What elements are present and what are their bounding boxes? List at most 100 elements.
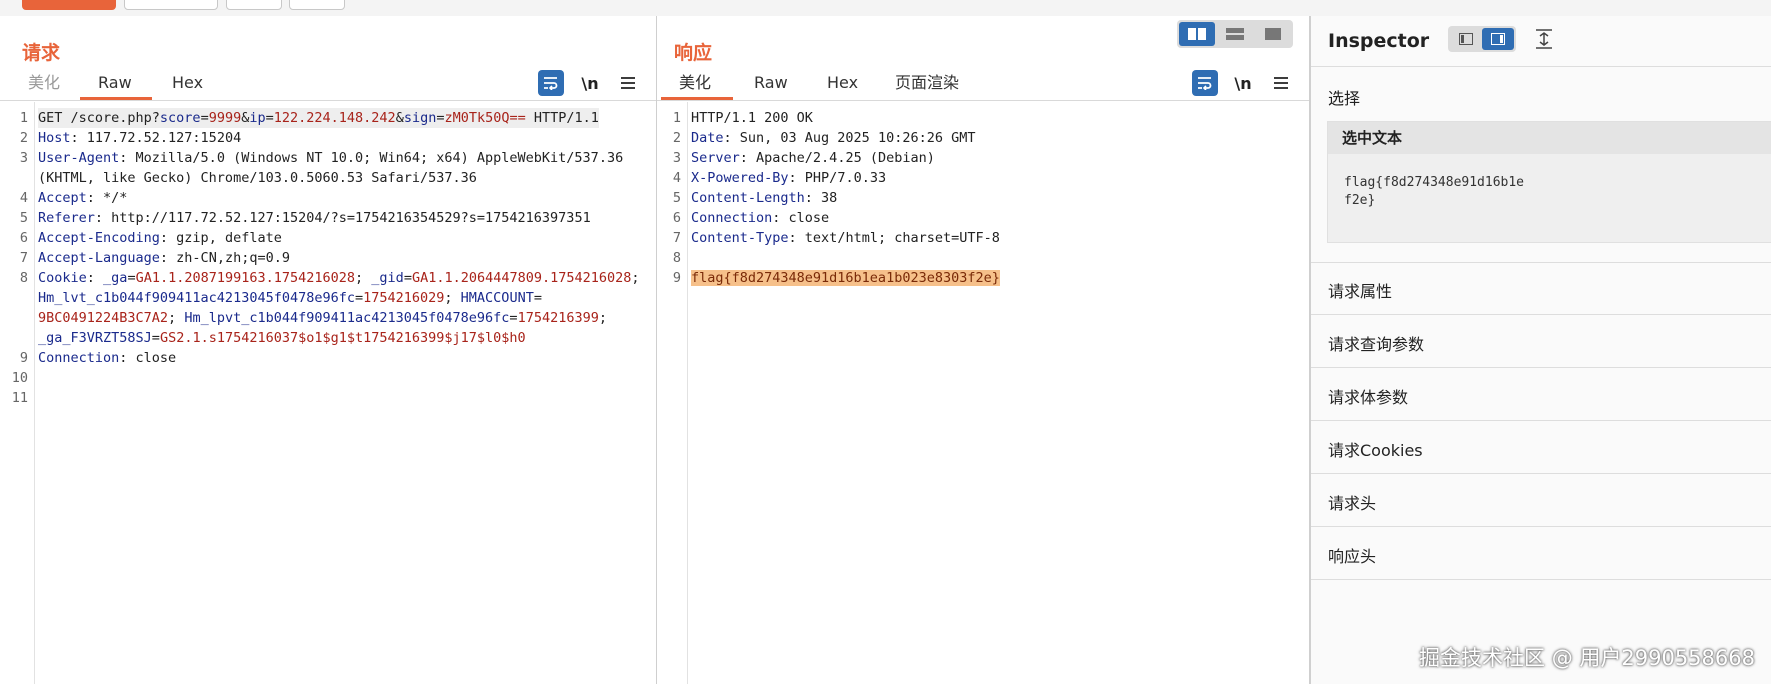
code-text: : PHP/7.0.33 <box>788 170 887 186</box>
request-tab-pretty[interactable]: 美化 <box>10 70 78 100</box>
line-content: Hm_lvt_c1b044f909411ac4213045f0478e96fc=… <box>38 288 542 308</box>
request-tab-hex[interactable]: Hex <box>154 70 224 100</box>
cancel-button[interactable] <box>124 0 218 10</box>
code-text: : */* <box>86 190 128 206</box>
tab-divider <box>0 100 656 101</box>
line-number: 3 <box>672 150 681 166</box>
code-line: 7 Content-Type: text/html; charset=UTF-8 <box>661 228 1309 248</box>
header-name: Content-Type <box>691 230 789 246</box>
header-name: Host <box>38 130 71 146</box>
code-text: : close <box>119 350 177 366</box>
line-number: 9 <box>19 350 28 366</box>
code-line: 4 X-Powered-By: PHP/7.0.33 <box>661 168 1309 188</box>
section-label: 请求查询参数 <box>1328 335 1425 354</box>
line-content: Accept-Encoding: gzip, deflate <box>38 228 282 248</box>
code-line: 9 flag{f8d274348e91d16b1ea1b023e8303f2e} <box>661 268 1309 288</box>
line-number: 7 <box>672 230 681 246</box>
line-number: 2 <box>19 130 28 146</box>
header-name: ip <box>249 110 266 126</box>
inspector-layout-left-icon[interactable] <box>1450 28 1482 50</box>
section-response-headers[interactable]: 响应头 <box>1311 527 1771 580</box>
code-text: = <box>533 290 542 306</box>
line-content: _ga_F3VRZT58SJ=GS2.1.s1754216037$o1$g1$t… <box>38 328 526 348</box>
request-editor[interactable]: 1 GET /score.php?score=9999&ip=122.224.14… <box>8 102 656 684</box>
code-line: _ga_F3VRZT58SJ=GS2.1.s1754216037$o1$g1$t… <box>8 328 656 348</box>
code-line: 6 Accept-Encoding: gzip, deflate <box>8 228 656 248</box>
code-text: : close <box>772 210 830 226</box>
line-number: 9 <box>672 270 681 286</box>
response-tab-render[interactable]: 页面渲染 <box>877 70 977 100</box>
line-content: Content-Type: text/html; charset=UTF-8 <box>691 228 1000 248</box>
header-name: Connection <box>38 350 120 366</box>
param-value: 1754216399 <box>517 310 599 326</box>
response-tab-hex[interactable]: Hex <box>809 70 877 100</box>
header-name: Accept-Encoding <box>38 230 160 246</box>
line-content: Connection: close <box>691 208 829 228</box>
line-number: 7 <box>19 250 28 266</box>
response-tab-raw[interactable]: Raw <box>736 70 806 100</box>
top-toolbar <box>0 0 1771 17</box>
header-name: Connection <box>691 210 773 226</box>
inspector-layout-right-icon[interactable] <box>1482 28 1514 50</box>
line-number: 1 <box>19 110 28 126</box>
line-content: User-Agent: Mozilla/5.0 (Windows NT 10.0… <box>38 148 623 168</box>
section-request-headers[interactable]: 请求头 <box>1311 474 1771 527</box>
header-name: Hm_lpvt_c1b044f909411ac4213045f0478e96fc <box>184 310 510 326</box>
split-horizontal-icon[interactable] <box>1179 22 1215 46</box>
line-number: 5 <box>672 190 681 206</box>
line-content: HTTP/1.1 200 OK <box>691 108 813 128</box>
code-line: 3 Server: Apache/2.4.25 (Debian) <box>661 148 1309 168</box>
line-content: Cookie: _ga=GA1.1.2087199163.1754216028;… <box>38 268 640 288</box>
header-name: Content-Length <box>691 190 805 206</box>
line-content: Date: Sun, 03 Aug 2025 10:26:26 GMT <box>691 128 975 148</box>
header-name: Server <box>691 150 740 166</box>
header-name: User-Agent <box>38 150 120 166</box>
code-text: & <box>395 110 404 126</box>
param-value: 9999 <box>208 110 242 126</box>
header-name: Cookie <box>38 270 87 286</box>
code-line: 1 GET /score.php?score=9999&ip=122.224.14… <box>8 108 656 128</box>
line-number: 6 <box>19 230 28 246</box>
section-request-attributes[interactable]: 请求属性 <box>1311 262 1771 315</box>
section-cookies[interactable]: 请求Cookies <box>1311 421 1771 474</box>
code-line: 7 Accept-Language: zh-CN,zh;q=0.9 <box>8 248 656 268</box>
header-name: Accept-Language <box>38 250 160 266</box>
selected-text-line: f2e} <box>1344 193 1376 208</box>
wrap-lines-icon[interactable] <box>538 70 564 96</box>
selected-text-header[interactable]: 选中文本 <box>1328 122 1771 154</box>
line-number: 8 <box>672 250 681 266</box>
response-editor[interactable]: 1 HTTP/1.1 200 OK 2 Date: Sun, 03 Aug 2025 … <box>661 102 1309 684</box>
history-forward-button[interactable] <box>289 0 345 10</box>
code-line: 3 User-Agent: Mozilla/5.0 (Windows NT 10.… <box>8 148 656 168</box>
code-text: : text/html; charset=UTF-8 <box>788 230 1000 246</box>
request-tab-raw[interactable]: Raw <box>80 70 152 100</box>
inspector-panel: Inspector 选择 选中文本 flag{f8d274348e91d16b1… <box>1310 16 1771 684</box>
menu-icon[interactable] <box>1268 70 1294 96</box>
code-line: 6 Connection: close <box>661 208 1309 228</box>
show-newlines-button[interactable]: \n <box>1230 70 1256 96</box>
response-tab-pretty[interactable]: 美化 <box>661 70 733 100</box>
line-number: 1 <box>672 110 681 126</box>
code-text: : gzip, deflate <box>159 230 282 246</box>
show-newlines-button[interactable]: \n <box>577 70 603 96</box>
line-number: 4 <box>672 170 681 186</box>
code-text: (KHTML, like Gecko) Chrome/103.0.5060.53… <box>38 170 477 186</box>
section-body-params[interactable]: 请求体参数 <box>1311 368 1771 421</box>
header-name: Accept <box>38 190 87 206</box>
section-query-params[interactable]: 请求查询参数 <box>1311 315 1771 368</box>
line-content: Connection: close <box>38 348 176 368</box>
line-content: Accept: */* <box>38 188 127 208</box>
header-name: _gid <box>371 270 404 286</box>
wrap-lines-icon[interactable] <box>1192 70 1218 96</box>
single-pane-icon[interactable] <box>1255 22 1291 46</box>
history-back-button[interactable] <box>226 0 282 10</box>
code-line: 5 Referer: http://117.72.52.127:15204/?s=… <box>8 208 656 228</box>
send-button[interactable] <box>22 0 116 10</box>
split-vertical-icon[interactable] <box>1217 22 1253 46</box>
line-content: Accept-Language: zh-CN,zh;q=0.9 <box>38 248 290 268</box>
menu-icon[interactable] <box>615 70 641 96</box>
code-text: ; <box>631 270 640 286</box>
collapse-icon[interactable] <box>1531 26 1557 52</box>
header-name: X-Powered-By <box>691 170 789 186</box>
flag-text: flag{f8d274348e91d16b1ea1b023e8303f2e} <box>691 270 1000 286</box>
